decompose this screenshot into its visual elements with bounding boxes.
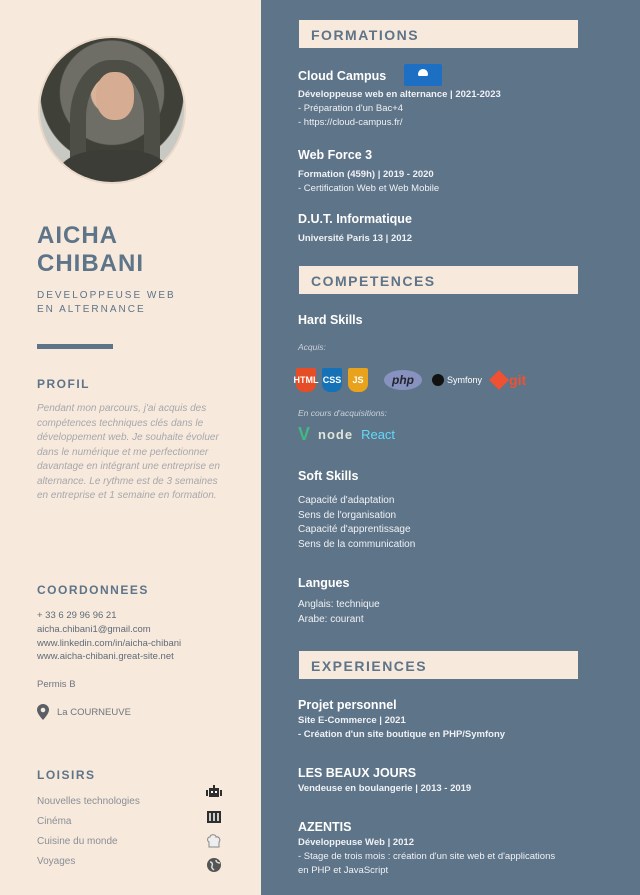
role-line: DEVELOPPEUSE WEB xyxy=(37,290,176,301)
profil-heading: PROFIL xyxy=(37,377,90,391)
list-item: Nouvelles technologies xyxy=(37,796,140,807)
langues-list: Anglais: technique Arabe: courant xyxy=(298,598,380,627)
langues-heading: Langues xyxy=(298,576,350,590)
list-item: Anglais: technique xyxy=(298,599,380,610)
experience-details: Site E-Commerce | 2021 - Création d'un s… xyxy=(298,714,505,742)
profile-photo xyxy=(38,36,186,184)
experience-detail: Développeuse Web | 2012 xyxy=(298,837,415,848)
profil-text: Pendant mon parcours, j'ai acquis des co… xyxy=(37,403,220,501)
formation-link[interactable]: - https://cloud-campus.fr/ xyxy=(298,116,501,130)
formations-heading: FORMATIONS xyxy=(299,20,578,48)
contact-block: + 33 6 29 96 96 21 aicha.chibani1@gmail.… xyxy=(37,609,181,664)
first-name: AICHA xyxy=(37,222,118,249)
in-progress-skills: V node React xyxy=(298,424,395,445)
location: La COURNEUVE xyxy=(37,704,131,720)
symfony-icon: Symfony xyxy=(432,374,482,386)
formation-detail: Développeuse web en alternance | 2021-20… xyxy=(298,89,501,100)
experience-detail: Site E-Commerce | 2021 xyxy=(298,715,406,726)
cloud-campus-logo-icon xyxy=(404,64,442,86)
robot-icon xyxy=(205,784,223,802)
formation-detail: Université Paris 13 | 2012 xyxy=(298,233,413,244)
hard-skills-heading: Hard Skills xyxy=(298,313,363,327)
git-icon: git xyxy=(489,370,527,390)
soft-skills-list: Capacité d'adaptation Sens de l'organisa… xyxy=(298,494,415,552)
email-link[interactable]: aicha.chibani1@gmail.com xyxy=(37,623,181,637)
list-item: Sens de la communication xyxy=(298,538,416,550)
experiences-heading: EXPERIENCES xyxy=(299,651,578,679)
person-name: AICHA CHIBANI xyxy=(37,222,144,278)
list-item: Capacité d'adaptation xyxy=(298,495,395,506)
symfony-label: Symfony xyxy=(447,375,483,385)
formation-details: Université Paris 13 | 2012 xyxy=(298,232,412,246)
list-item: Sens de l'organisation xyxy=(298,509,397,521)
vue-icon: V xyxy=(298,424,311,444)
git-label: git xyxy=(509,372,527,388)
website-link[interactable]: www.aicha-chibani.great-site.net xyxy=(37,650,181,664)
experience-line: - Stage de trois mois : création d'un si… xyxy=(298,851,556,862)
formation-details: Développeuse web en alternance | 2021-20… xyxy=(298,88,501,130)
experience-details: Vendeuse en boulangerie | 2013 - 2019 xyxy=(298,782,471,796)
location-pin-icon xyxy=(37,704,49,720)
loisirs-list: Nouvelles technologies Cinéma Cuisine du… xyxy=(37,792,140,872)
experience-name: LES BEAUX JOURS xyxy=(298,766,417,780)
acquired-skills: HTML CSS JS php Symfony git xyxy=(294,368,527,392)
react-icon: React xyxy=(361,427,396,442)
experience-line: - Création d'un site boutique en PHP/Sym… xyxy=(298,729,506,740)
last-name: CHIBANI xyxy=(37,250,144,277)
en-cours-label: En cours d'acquisitions: xyxy=(298,408,388,418)
loisirs-heading: LOISIRS xyxy=(37,768,96,782)
person-role: DEVELOPPEUSE WEB EN ALTERNANCE xyxy=(37,289,176,317)
html5-icon: HTML xyxy=(294,368,319,392)
divider-bar xyxy=(37,344,113,349)
globe-icon xyxy=(205,856,223,874)
permis: Permis B xyxy=(37,679,76,690)
list-item: Voyages xyxy=(37,856,76,867)
competences-heading: COMPETENCES xyxy=(299,266,578,294)
node-icon: node xyxy=(318,427,354,442)
experience-detail: Vendeuse en boulangerie | 2013 - 2019 xyxy=(298,783,472,794)
list-item: Cinéma xyxy=(37,816,72,827)
acquis-label: Acquis: xyxy=(298,342,326,352)
film-icon xyxy=(205,808,223,826)
experience-line: en PHP et JavaScript xyxy=(298,865,389,876)
location-text: La COURNEUVE xyxy=(57,706,131,718)
coordonnees-heading: COORDONNEES xyxy=(37,583,149,597)
formation-name: Cloud Campus xyxy=(298,69,387,83)
experience-details: Développeuse Web | 2012 - Stage de trois… xyxy=(298,836,633,878)
formation-details: Formation (459h) | 2019 - 2020 - Certifi… xyxy=(298,168,439,196)
hobby-icons xyxy=(205,784,223,880)
formation-line: - Préparation d'un Bac+4 xyxy=(298,103,404,114)
list-item: Capacité d'apprentissage xyxy=(298,524,411,536)
chef-hat-icon xyxy=(205,832,223,850)
js-icon: JS xyxy=(348,368,368,392)
left-column: AICHA CHIBANI DEVELOPPEUSE WEB EN ALTERN… xyxy=(0,0,261,895)
list-item: Arabe: courant xyxy=(298,613,364,625)
right-column xyxy=(261,0,640,895)
role-line: EN ALTERNANCE xyxy=(37,304,146,315)
php-icon: php xyxy=(384,370,422,390)
phone: + 33 6 29 96 96 21 xyxy=(37,610,117,621)
linkedin-link[interactable]: www.linkedin.com/in/aicha-chibani xyxy=(37,637,181,651)
formation-line: - Certification Web et Web Mobile xyxy=(298,183,440,194)
experience-name: AZENTIS xyxy=(298,820,352,834)
experience-name: Projet personnel xyxy=(298,698,397,712)
soft-skills-heading: Soft Skills xyxy=(298,469,359,483)
list-item: Cuisine du monde xyxy=(37,836,118,847)
css3-icon: CSS xyxy=(322,368,342,392)
formation-detail: Formation (459h) | 2019 - 2020 xyxy=(298,169,434,180)
formation-name: D.U.T. Informatique xyxy=(298,212,412,226)
formation-name: Web Force 3 xyxy=(298,148,373,162)
